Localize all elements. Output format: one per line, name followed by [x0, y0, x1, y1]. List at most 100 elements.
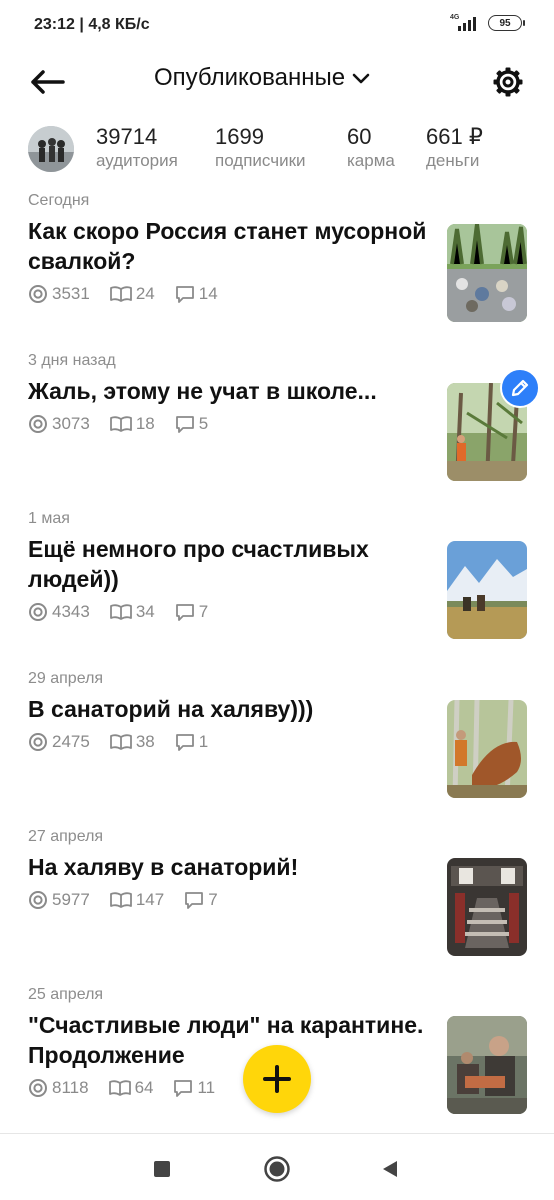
comments-icon — [175, 286, 194, 303]
square-icon — [154, 1161, 170, 1177]
comments-value: 14 — [198, 284, 218, 303]
views-icon — [29, 1079, 47, 1097]
stat-audience: 39714 аудитория — [96, 124, 178, 172]
section-dropdown[interactable]: Опубликованные — [154, 64, 371, 92]
views-value: 4343 — [52, 602, 90, 621]
back-button[interactable] — [28, 64, 68, 100]
article-card[interactable]: 3 дня назад Жаль, этому не учат в школе..… — [28, 350, 528, 434]
stat-subscribers: 1699 подписчики — [215, 124, 306, 172]
views-count: 3531 — [28, 284, 90, 304]
plus-icon — [263, 1065, 291, 1093]
views-count: 4343 — [28, 602, 90, 622]
views-icon — [29, 415, 47, 433]
stat-value: 1699 — [215, 124, 264, 149]
reads-icon — [109, 734, 132, 750]
reads-icon — [109, 604, 132, 620]
reads-count: 64 — [108, 1078, 154, 1098]
stat-value: 60 — [347, 124, 372, 149]
reads-icon — [109, 416, 132, 432]
comments-count: 7 — [184, 890, 218, 910]
article-title: На халяву в санаторий! — [28, 854, 299, 880]
status-time: 23:12 | 4,8 КБ/с — [34, 16, 150, 34]
comments-value: 5 — [198, 414, 209, 433]
article-title: Ещё немного про счастливых людей)) — [28, 536, 369, 592]
article-card[interactable]: Сегодня Как скоро Россия станет мусорной … — [28, 190, 528, 304]
reads-value: 64 — [134, 1078, 154, 1097]
views-value: 2475 — [52, 732, 90, 751]
views-icon — [29, 733, 47, 751]
views-icon — [29, 285, 47, 303]
comments-count: 7 — [175, 602, 208, 622]
stat-label: карма — [347, 151, 395, 170]
arrow-left-icon — [31, 70, 65, 94]
article-card[interactable]: 1 мая Ещё немного про счастливых людей)) 4… — [28, 508, 528, 622]
article-date: 3 дня назад — [28, 352, 116, 369]
comments-count: 11 — [173, 1078, 215, 1098]
stat-label: подписчики — [215, 151, 306, 170]
views-count: 3073 — [28, 414, 90, 434]
reads-value: 24 — [135, 284, 155, 303]
battery-level: 95 — [499, 17, 511, 29]
reads-count: 24 — [109, 284, 155, 304]
signal-icon: 4G — [450, 14, 480, 32]
comments-icon — [175, 604, 194, 621]
status-icons: 4G 95 — [450, 14, 525, 32]
network-speed: 4,8 КБ/с — [88, 16, 150, 33]
views-value: 8118 — [52, 1078, 89, 1097]
article-card[interactable]: 27 апреля На халяву в санаторий! 5977 147 7 — [28, 826, 528, 910]
comments-icon — [185, 892, 204, 909]
comments-icon — [175, 734, 194, 751]
avatar[interactable] — [28, 126, 74, 172]
stat-money: 661 ₽ деньги — [426, 124, 483, 172]
recent-apps-button[interactable] — [147, 1154, 177, 1184]
app-header: Опубликованные — [0, 52, 554, 112]
reads-count: 147 — [109, 890, 164, 910]
reads-count: 34 — [109, 602, 155, 622]
views-value: 5977 — [52, 890, 90, 909]
comments-value: 1 — [198, 732, 209, 751]
stat-label: деньги — [426, 151, 480, 170]
views-value: 3073 — [52, 414, 90, 433]
pencil-icon — [511, 379, 529, 397]
reads-value: 38 — [135, 732, 155, 751]
article-date: 27 апреля — [28, 828, 104, 845]
comments-icon — [175, 416, 194, 433]
avatar-image — [28, 126, 74, 172]
channel-stats: 39714 аудитория 1699 подписчики 60 карма… — [28, 124, 538, 180]
stat-value: 39714 — [96, 124, 158, 149]
article-card[interactable]: 29 апреля В санаторий на халяву))) 2475 38 1 — [28, 668, 528, 752]
page-title: Опубликованные — [154, 64, 346, 91]
views-icon — [29, 603, 47, 621]
comments-count: 14 — [175, 284, 218, 304]
status-separator: | — [79, 16, 84, 33]
article-title: Как скоро Россия станет мусорной свалкой… — [28, 218, 427, 274]
article-stats: 3531 24 14 — [28, 284, 528, 304]
article-title: В санаторий на халяву))) — [28, 696, 314, 722]
article-stats: 2475 38 1 — [28, 732, 528, 752]
views-value: 3531 — [52, 284, 90, 303]
article-title: Жаль, этому не учат в школе... — [28, 378, 377, 404]
battery-icon: 95 — [488, 15, 525, 31]
article-stats: 4343 34 7 — [28, 602, 528, 622]
stat-label: аудитория — [96, 151, 178, 170]
nav-back-button[interactable] — [375, 1154, 405, 1184]
settings-button[interactable] — [490, 64, 526, 100]
comments-count: 1 — [175, 732, 208, 752]
comments-value: 7 — [198, 602, 209, 621]
reads-count: 18 — [109, 414, 155, 434]
article-date: Сегодня — [28, 192, 90, 209]
reads-value: 34 — [135, 602, 155, 621]
article-stats: 3073 18 5 — [28, 414, 528, 434]
comments-icon — [174, 1080, 193, 1097]
reads-count: 38 — [109, 732, 155, 752]
home-button[interactable] — [262, 1154, 292, 1184]
reads-icon — [109, 286, 132, 302]
edit-button[interactable] — [500, 368, 540, 408]
circle-icon — [264, 1156, 290, 1182]
gear-icon — [493, 67, 523, 97]
create-button[interactable] — [243, 1045, 311, 1113]
clock: 23:12 — [34, 16, 75, 33]
reads-icon — [108, 1080, 131, 1096]
reads-icon — [109, 892, 132, 908]
triangle-back-icon — [383, 1161, 397, 1177]
